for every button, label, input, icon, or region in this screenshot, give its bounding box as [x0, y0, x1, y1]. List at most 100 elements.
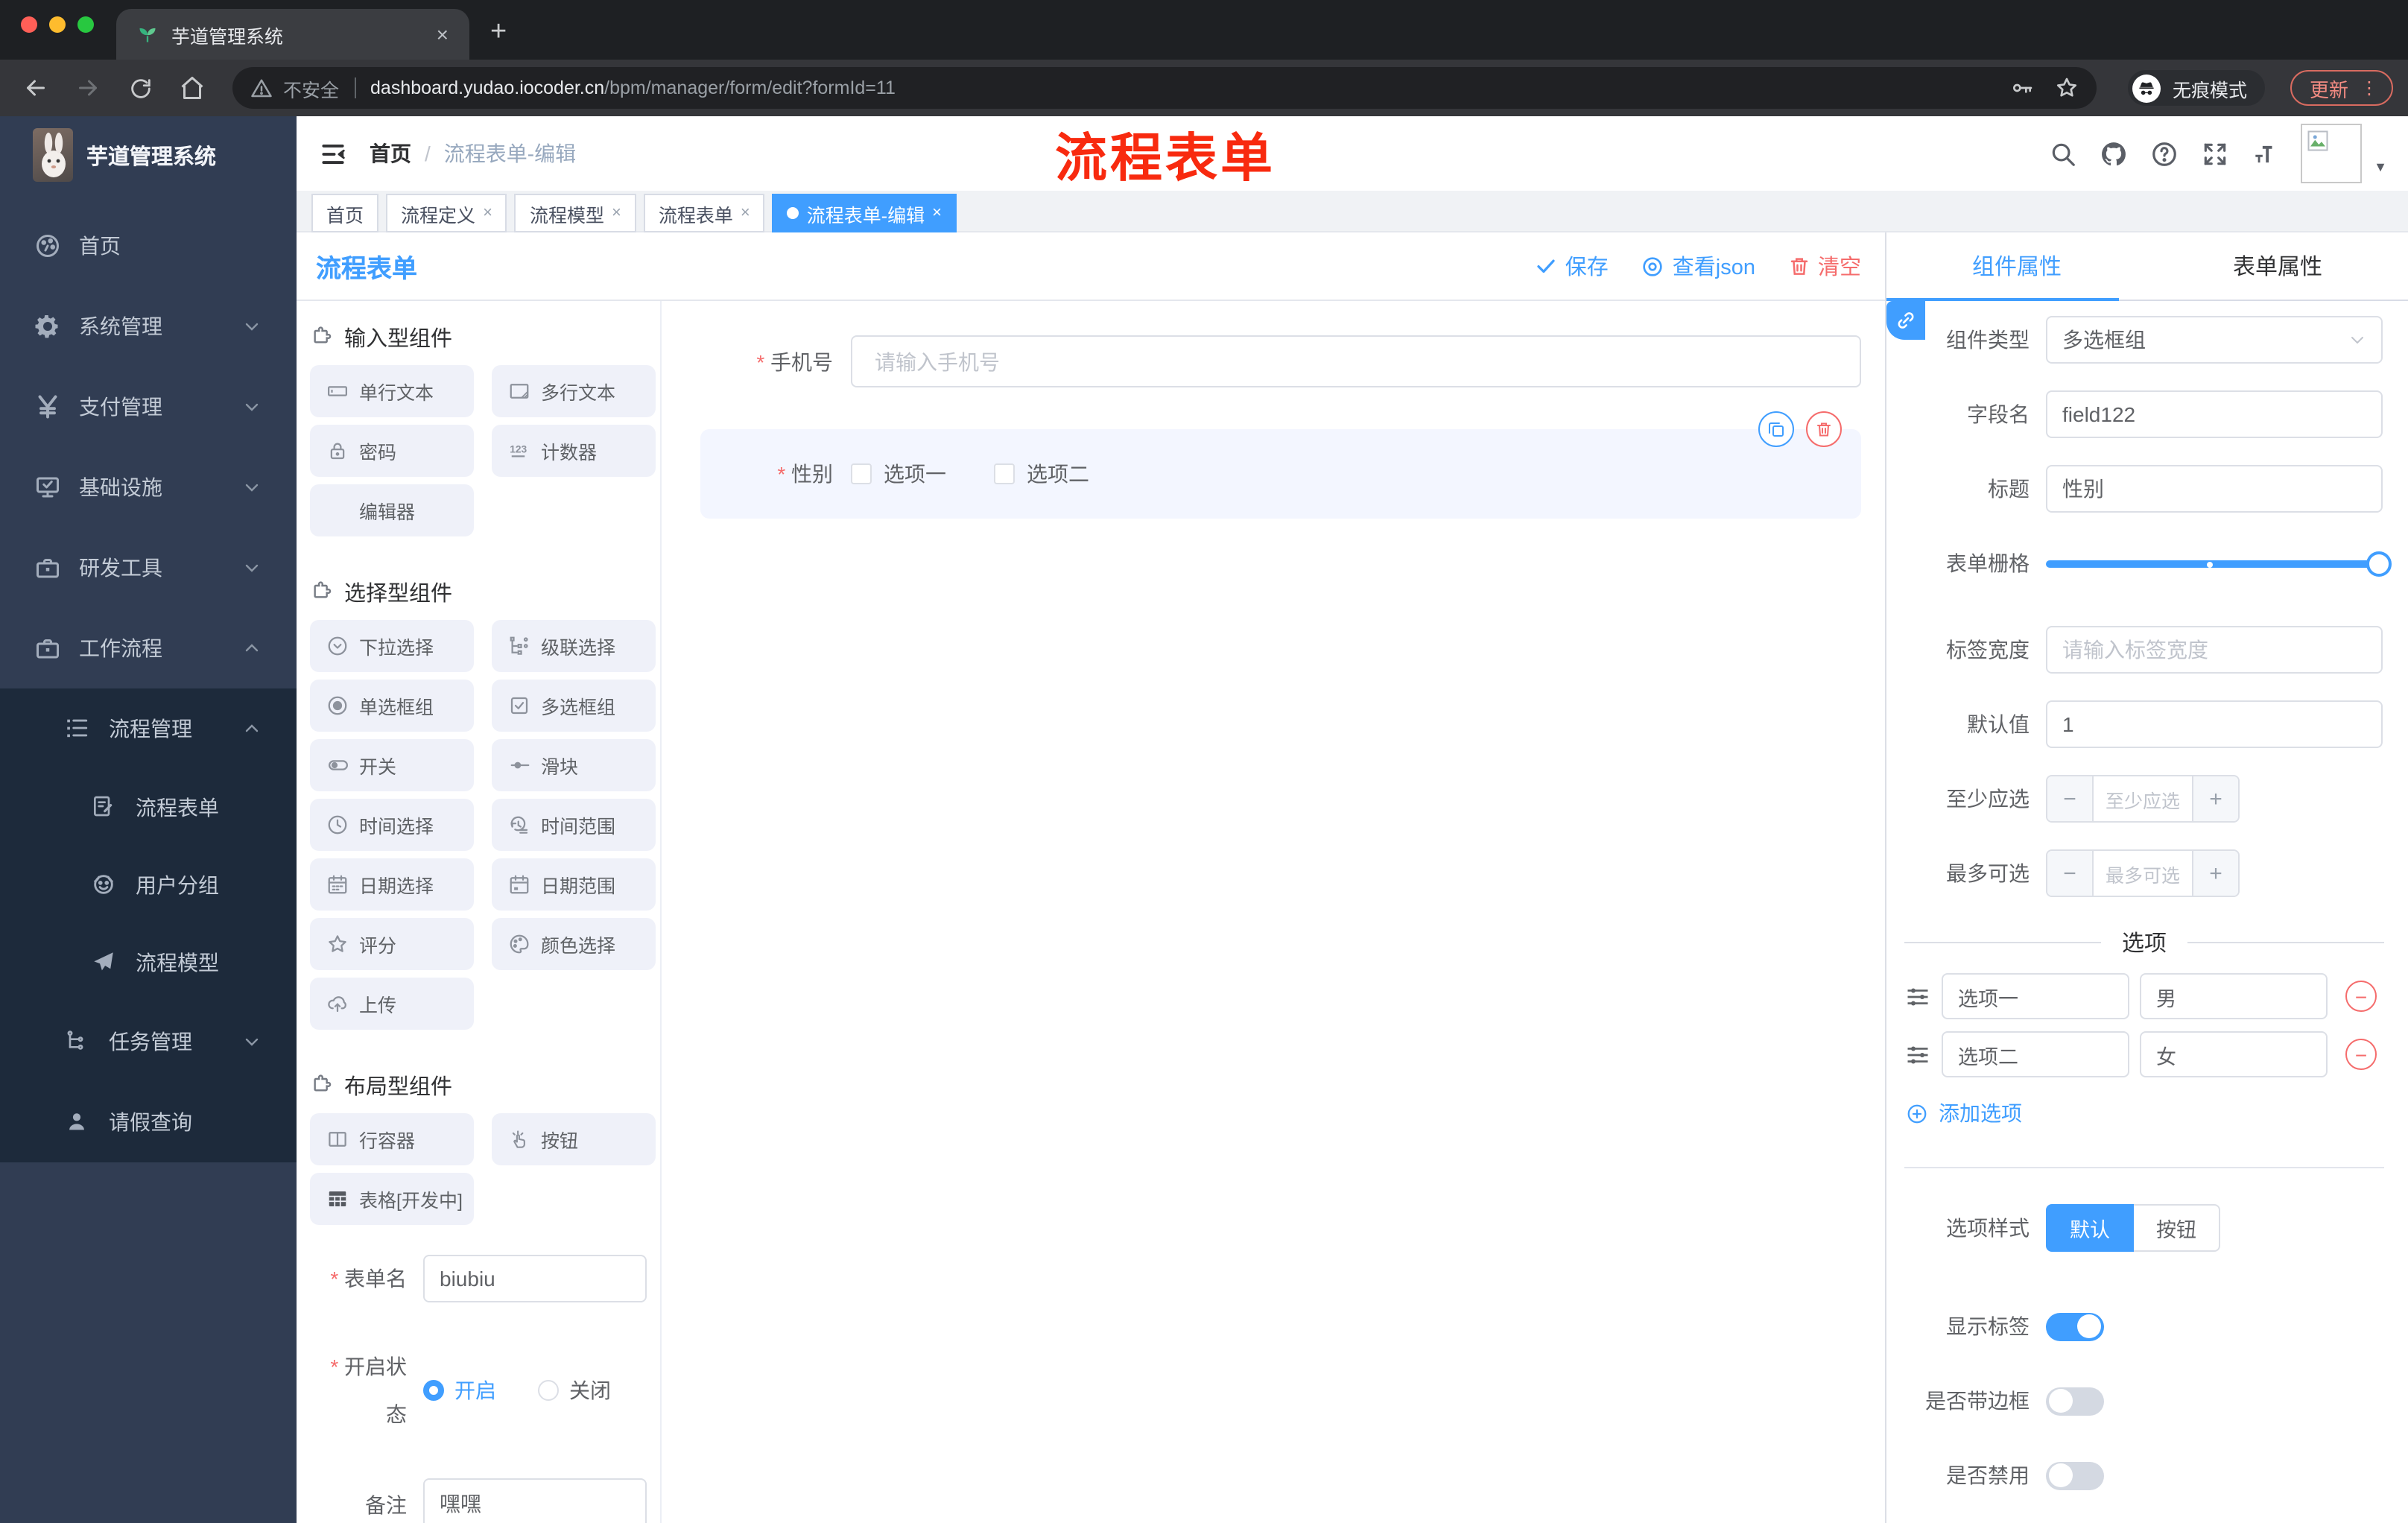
- drag-handle-icon[interactable]: [1904, 983, 1931, 1010]
- sidebar-item-task-mgmt[interactable]: 任务管理: [0, 1001, 297, 1082]
- component-multi-text[interactable]: 多行文本: [492, 365, 656, 417]
- component-switch[interactable]: 开关: [310, 739, 474, 791]
- sidebar-item-process-mgmt[interactable]: 流程管理: [0, 688, 297, 769]
- plus-button[interactable]: +: [2192, 851, 2238, 896]
- component-row-container[interactable]: 行容器: [310, 1113, 474, 1165]
- max-select-stepper[interactable]: − 最多可选 +: [2046, 849, 2240, 897]
- canvas-field-gender-selected[interactable]: 性别 选项一 选项二: [700, 411, 1861, 519]
- tag-home[interactable]: 首页: [311, 194, 379, 232]
- style-button-button[interactable]: 按钮: [2134, 1204, 2220, 1252]
- show-label-toggle[interactable]: [2046, 1312, 2104, 1340]
- view-json-button[interactable]: 查看json: [1641, 250, 1755, 282]
- reload-icon[interactable]: [119, 67, 161, 109]
- component-date-picker[interactable]: 日期选择: [310, 858, 474, 911]
- copy-component-button[interactable]: [1758, 411, 1794, 447]
- component-slider[interactable]: 滑块: [492, 739, 656, 791]
- new-tab-button[interactable]: +: [490, 16, 507, 49]
- address-bar[interactable]: 不安全 dashboard.yudao.iocoder.cn/bpm/manag…: [232, 67, 2097, 109]
- avatar[interactable]: [2301, 124, 2363, 183]
- tag-process-definition[interactable]: 流程定义 ×: [386, 194, 507, 232]
- minimize-window-icon[interactable]: [49, 16, 66, 33]
- remark-textarea[interactable]: 嘿嘿: [423, 1478, 647, 1523]
- border-toggle[interactable]: [2046, 1387, 2104, 1415]
- close-icon[interactable]: ×: [932, 204, 942, 222]
- component-password[interactable]: 密码: [310, 425, 474, 477]
- component-radio-group[interactable]: 单选框组: [310, 680, 474, 732]
- min-select-stepper[interactable]: − 至少应选 +: [2046, 775, 2240, 823]
- component-table-dev[interactable]: 表格[开发中]: [310, 1173, 474, 1225]
- bookmark-star-icon[interactable]: [2055, 76, 2079, 100]
- help-icon[interactable]: [2149, 139, 2179, 168]
- tab-component-props[interactable]: 组件属性: [1886, 232, 2147, 300]
- option2-label-input[interactable]: [1942, 1031, 2129, 1077]
- close-icon[interactable]: ×: [741, 204, 750, 222]
- sidebar-item-payment[interactable]: 支付管理: [0, 367, 297, 447]
- home-icon[interactable]: [171, 67, 213, 109]
- form-canvas[interactable]: 手机号 请输入手机号: [662, 301, 1885, 1523]
- delete-component-button[interactable]: [1806, 411, 1842, 447]
- font-size-icon[interactable]: [2250, 139, 2280, 168]
- maximize-window-icon[interactable]: [77, 16, 94, 33]
- security-label[interactable]: 不安全: [283, 74, 339, 102]
- sidebar-fold-icon[interactable]: [297, 139, 370, 168]
- remove-option-button[interactable]: −: [2345, 1039, 2377, 1070]
- remove-option-button[interactable]: −: [2345, 981, 2377, 1012]
- window-controls[interactable]: [21, 16, 94, 33]
- plus-button[interactable]: +: [2192, 776, 2238, 821]
- sidebar-item-process-form[interactable]: 流程表单: [0, 769, 297, 846]
- link-icon[interactable]: [1886, 301, 1925, 340]
- component-time-picker[interactable]: 时间选择: [310, 799, 474, 851]
- save-button[interactable]: 保存: [1536, 250, 1609, 282]
- forward-icon[interactable]: [67, 67, 109, 109]
- stepper-placeholder[interactable]: 至少应选: [2094, 776, 2192, 821]
- style-default-button[interactable]: 默认: [2046, 1204, 2134, 1252]
- canvas-field-phone[interactable]: 手机号 请输入手机号: [662, 335, 1885, 387]
- slider-track[interactable]: [2046, 560, 2389, 568]
- component-cascader[interactable]: 级联选择: [492, 620, 656, 672]
- sidebar-item-devtools[interactable]: 研发工具: [0, 528, 297, 608]
- gender-option1-checkbox[interactable]: 选项一: [851, 459, 946, 489]
- tag-process-form-edit[interactable]: 流程表单-编辑 ×: [772, 194, 957, 232]
- fullscreen-icon[interactable]: [2199, 139, 2229, 168]
- component-rate[interactable]: 评分: [310, 918, 474, 970]
- tab-form-props[interactable]: 表单属性: [2147, 232, 2408, 300]
- breadcrumb-home[interactable]: 首页: [370, 139, 411, 168]
- clear-button[interactable]: 清空: [1788, 250, 1861, 282]
- form-name-input[interactable]: [423, 1255, 647, 1302]
- component-button[interactable]: 按钮: [492, 1113, 656, 1165]
- title-input[interactable]: [2046, 465, 2383, 513]
- minus-button[interactable]: −: [2047, 851, 2094, 896]
- label-width-input[interactable]: [2046, 626, 2383, 674]
- component-upload[interactable]: 上传: [310, 978, 474, 1030]
- avatar-caret-icon[interactable]: ▼: [2374, 159, 2387, 174]
- component-editor[interactable]: 编辑器: [310, 484, 474, 536]
- component-color-picker[interactable]: 颜色选择: [492, 918, 656, 970]
- sidebar-item-system[interactable]: 系统管理: [0, 286, 297, 367]
- phone-input[interactable]: 请输入手机号: [851, 335, 1861, 387]
- search-icon[interactable]: [2047, 139, 2077, 168]
- field-name-input[interactable]: [2046, 390, 2383, 438]
- status-on-radio[interactable]: 开启: [423, 1375, 496, 1405]
- close-window-icon[interactable]: [21, 16, 37, 33]
- component-counter[interactable]: 123 计数器: [492, 425, 656, 477]
- minus-button[interactable]: −: [2047, 776, 2094, 821]
- component-select[interactable]: 下拉选择: [310, 620, 474, 672]
- form-grid-slider[interactable]: [2046, 539, 2392, 587]
- component-date-range[interactable]: 日期范围: [492, 858, 656, 911]
- gender-option2-checkbox[interactable]: 选项二: [994, 459, 1089, 489]
- browser-menu-icon[interactable]: ⋮: [2360, 77, 2378, 98]
- component-checkbox-group[interactable]: 多选框组: [492, 680, 656, 732]
- add-option-button[interactable]: 添加选项: [1906, 1098, 2408, 1128]
- option2-value-input[interactable]: [2140, 1031, 2328, 1077]
- component-type-select[interactable]: 多选框组: [2046, 316, 2383, 364]
- status-off-radio[interactable]: 关闭: [538, 1375, 611, 1405]
- drag-handle-icon[interactable]: [1904, 1041, 1931, 1068]
- password-key-icon[interactable]: [2010, 76, 2034, 100]
- sidebar-item-user-group[interactable]: 用户分组: [0, 846, 297, 924]
- close-tab-icon[interactable]: ×: [431, 22, 454, 46]
- browser-update-button[interactable]: 更新 ⋮: [2290, 70, 2393, 106]
- slider-handle[interactable]: [2366, 551, 2392, 577]
- close-icon[interactable]: ×: [612, 204, 621, 222]
- tag-process-form[interactable]: 流程表单 ×: [643, 194, 765, 232]
- option1-label-input[interactable]: [1942, 973, 2129, 1019]
